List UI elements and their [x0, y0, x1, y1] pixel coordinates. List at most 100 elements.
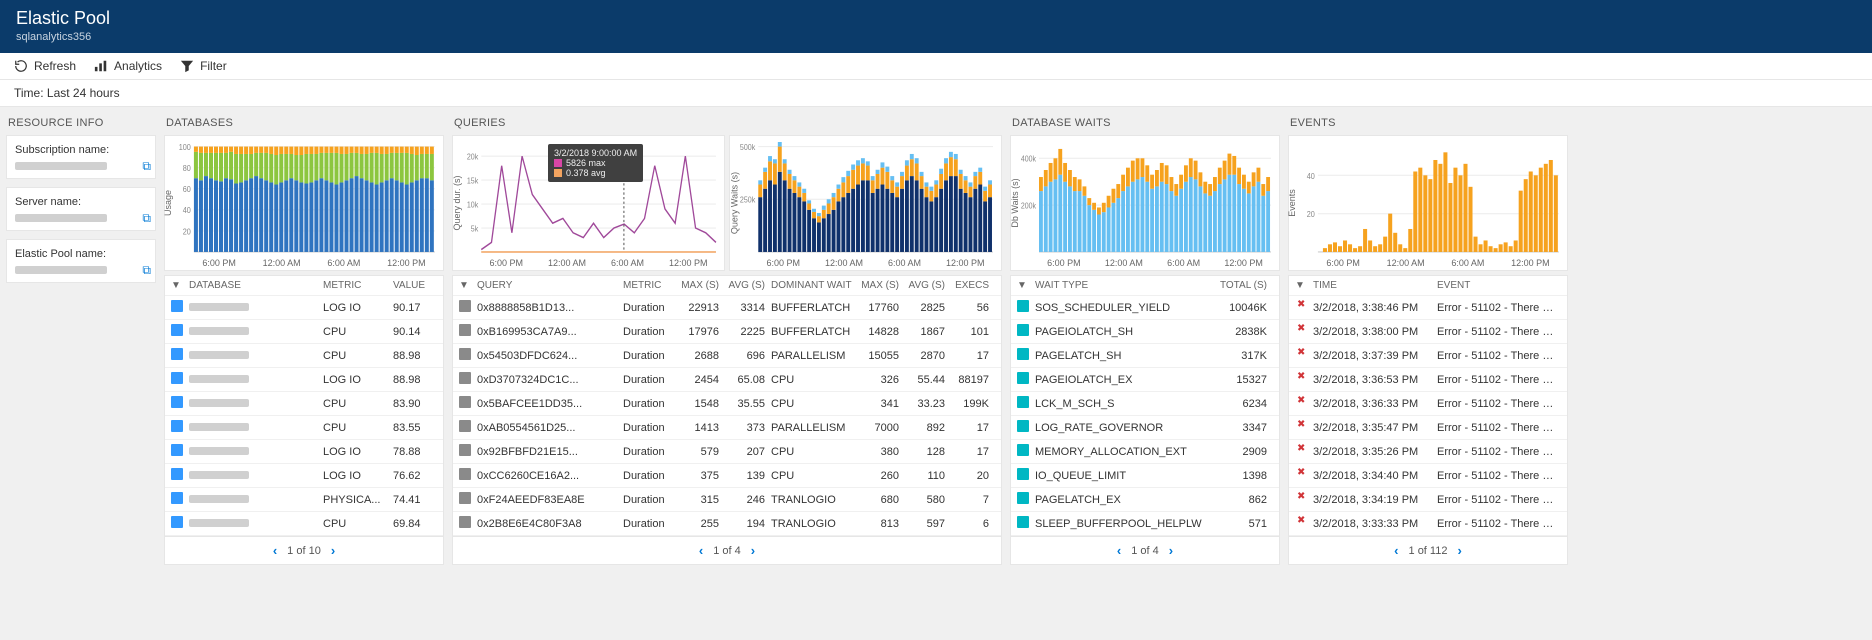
y-axis-label: Usage — [163, 190, 173, 216]
databases-chart[interactable]: Usage 20406080100 6:00 PM12:00 AM6:00 AM… — [164, 135, 444, 271]
filter-icon[interactable]: ▼ — [1017, 280, 1035, 291]
event-time: 3/2/2018, 3:36:33 PM — [1313, 398, 1437, 410]
table-row[interactable]: 3/2/2018, 3:36:33 PM Error - 51102 - The… — [1289, 392, 1567, 416]
table-row[interactable]: CPU 83.90 — [165, 392, 443, 416]
queries-title: QUERIES — [452, 113, 1002, 135]
col-avg[interactable]: AVG (S) — [725, 280, 771, 291]
query-duration-chart[interactable]: Query dur. (s) 5k10k15k20k 3/2/2018 9:00… — [452, 135, 725, 271]
metric: LOG IO — [323, 446, 393, 458]
table-row[interactable]: 0x54503DFDC624... Duration 2688 696 PARA… — [453, 344, 1001, 368]
query-waits-chart[interactable]: Query Waits (s) 250k500k 6:00 PM12:00 AM… — [729, 135, 1002, 271]
filter-icon[interactable]: ▼ — [1295, 280, 1313, 291]
table-row[interactable]: SOS_SCHEDULER_YIELD 10046K — [1011, 296, 1279, 320]
table-row[interactable]: 0xB169953CA7A9... Duration 17976 2225 BU… — [453, 320, 1001, 344]
query-icon — [459, 396, 477, 411]
table-row[interactable]: MEMORY_ALLOCATION_EXT 2909 — [1011, 440, 1279, 464]
col-value[interactable]: VALUE — [393, 280, 437, 291]
table-row[interactable]: CPU 69.84 — [165, 512, 443, 536]
table-row[interactable]: 0x92BFBFD21E15... Duration 579 207 CPU 3… — [453, 440, 1001, 464]
table-row[interactable]: 0xCC6260CE16A2... Duration 375 139 CPU 2… — [453, 464, 1001, 488]
col-metric[interactable]: METRIC — [323, 280, 393, 291]
pager-text: 1 of 4 — [1131, 545, 1159, 557]
table-row[interactable]: 0xD3707324DC1C... Duration 2454 65.08 CP… — [453, 368, 1001, 392]
table-row[interactable]: LOG IO 90.17 — [165, 296, 443, 320]
time-range[interactable]: Time: Last 24 hours — [0, 80, 1872, 107]
table-row[interactable]: 0xAB0554561D25... Duration 1413 373 PARA… — [453, 416, 1001, 440]
table-row[interactable]: 3/2/2018, 3:36:53 PM Error - 51102 - The… — [1289, 368, 1567, 392]
table-row[interactable]: LOG IO 76.62 — [165, 464, 443, 488]
table-row[interactable]: IO_QUEUE_LIMIT 1398 — [1011, 464, 1279, 488]
table-row[interactable]: 3/2/2018, 3:34:19 PM Error - 51102 - The… — [1289, 488, 1567, 512]
svg-text:100: 100 — [179, 143, 191, 152]
db-waits-chart[interactable]: Db Waits (s) 200k400k 6:00 PM12:00 AM6:0… — [1010, 135, 1280, 271]
filter-button[interactable]: Filter — [180, 59, 227, 73]
avg2: 2825 — [905, 302, 951, 314]
col-event[interactable]: EVENT — [1437, 280, 1561, 291]
analytics-button[interactable]: Analytics — [94, 59, 162, 73]
total: 862 — [1209, 494, 1273, 506]
query-icon — [459, 468, 477, 483]
table-row[interactable]: PAGELATCH_EX 862 — [1011, 488, 1279, 512]
database-name-redacted — [189, 494, 323, 506]
table-row[interactable]: 3/2/2018, 3:37:39 PM Error - 51102 - The… — [1289, 344, 1567, 368]
col-metric[interactable]: METRIC — [623, 280, 679, 291]
table-row[interactable]: LOG IO 78.88 — [165, 440, 443, 464]
next-page[interactable]: › — [331, 543, 335, 558]
next-page[interactable]: › — [1457, 543, 1461, 558]
events-chart[interactable]: Events 2040 6:00 PM12:00 AM6:00 AM12:00 … — [1288, 135, 1568, 271]
database-name-redacted — [189, 398, 323, 410]
table-row[interactable]: 3/2/2018, 3:38:46 PM Error - 51102 - The… — [1289, 296, 1567, 320]
col-dominant-wait[interactable]: DOMINANT WAIT — [771, 280, 859, 291]
table-row[interactable]: 3/2/2018, 3:35:47 PM Error - 51102 - The… — [1289, 416, 1567, 440]
col-wait-type[interactable]: WAIT TYPE — [1035, 280, 1209, 291]
card-label: Elastic Pool name: — [15, 248, 147, 260]
table-row[interactable]: 0x2B8E6E4C80F3A8 Duration 255 194 TRANLO… — [453, 512, 1001, 536]
next-page[interactable]: › — [751, 543, 755, 558]
avg2: 597 — [905, 518, 951, 530]
refresh-button[interactable]: Refresh — [14, 59, 76, 73]
col-max2[interactable]: MAX (S) — [859, 280, 905, 291]
table-row[interactable]: 3/2/2018, 3:34:40 PM Error - 51102 - The… — [1289, 464, 1567, 488]
col-database[interactable]: DATABASE — [189, 280, 323, 291]
table-row[interactable]: LOG IO 88.98 — [165, 368, 443, 392]
table-row[interactable]: PAGELATCH_SH 317K — [1011, 344, 1279, 368]
table-row[interactable]: LCK_M_SCH_S 6234 — [1011, 392, 1279, 416]
prev-page[interactable]: ‹ — [1394, 543, 1398, 558]
col-max[interactable]: MAX (S) — [679, 280, 725, 291]
open-link-icon[interactable]: ⧉ — [142, 263, 151, 278]
open-link-icon[interactable]: ⧉ — [142, 159, 151, 174]
filter-icon[interactable]: ▼ — [459, 280, 477, 291]
table-row[interactable]: LOG_RATE_GOVERNOR 3347 — [1011, 416, 1279, 440]
metric: Duration — [623, 350, 679, 362]
table-row[interactable]: 3/2/2018, 3:33:33 PM Error - 51102 - The… — [1289, 512, 1567, 536]
table-row[interactable]: PAGEIOLATCH_SH 2838K — [1011, 320, 1279, 344]
prev-page[interactable]: ‹ — [699, 543, 703, 558]
table-row[interactable]: 0xF24AEEDF83EA8E Duration 315 246 TRANLO… — [453, 488, 1001, 512]
col-time[interactable]: TIME — [1313, 280, 1437, 291]
table-row[interactable]: 3/2/2018, 3:38:00 PM Error - 51102 - The… — [1289, 320, 1567, 344]
prev-page[interactable]: ‹ — [273, 543, 277, 558]
wait-icon — [1017, 516, 1035, 531]
avg: 65.08 — [725, 374, 771, 386]
table-row[interactable]: SLEEP_BUFFERPOOL_HELPLW 571 — [1011, 512, 1279, 536]
col-avg2[interactable]: AVG (S) — [905, 280, 951, 291]
table-row[interactable]: 0x8888858B1D13... Duration 22913 3314 BU… — [453, 296, 1001, 320]
open-link-icon[interactable]: ⧉ — [142, 211, 151, 226]
col-execs[interactable]: EXECS — [951, 280, 995, 291]
table-row[interactable]: CPU 90.14 — [165, 320, 443, 344]
event-text: Error - 51102 - There are n... — [1437, 518, 1561, 530]
table-row[interactable]: PAGEIOLATCH_EX 15327 — [1011, 368, 1279, 392]
filter-icon[interactable]: ▼ — [171, 280, 189, 291]
col-query[interactable]: QUERY — [477, 280, 623, 291]
prev-page[interactable]: ‹ — [1117, 543, 1121, 558]
table-row[interactable]: CPU 88.98 — [165, 344, 443, 368]
table-row[interactable]: CPU 83.55 — [165, 416, 443, 440]
col-total[interactable]: TOTAL (S) — [1209, 280, 1273, 291]
table-row[interactable]: 3/2/2018, 3:35:26 PM Error - 51102 - The… — [1289, 440, 1567, 464]
pager-text: 1 of 4 — [713, 545, 741, 557]
next-page[interactable]: › — [1169, 543, 1173, 558]
card-value-redacted — [15, 162, 107, 170]
event-time: 3/2/2018, 3:35:26 PM — [1313, 446, 1437, 458]
table-row[interactable]: PHYSICA... 74.41 — [165, 488, 443, 512]
table-row[interactable]: 0x5BAFCEE1DD35... Duration 1548 35.55 CP… — [453, 392, 1001, 416]
